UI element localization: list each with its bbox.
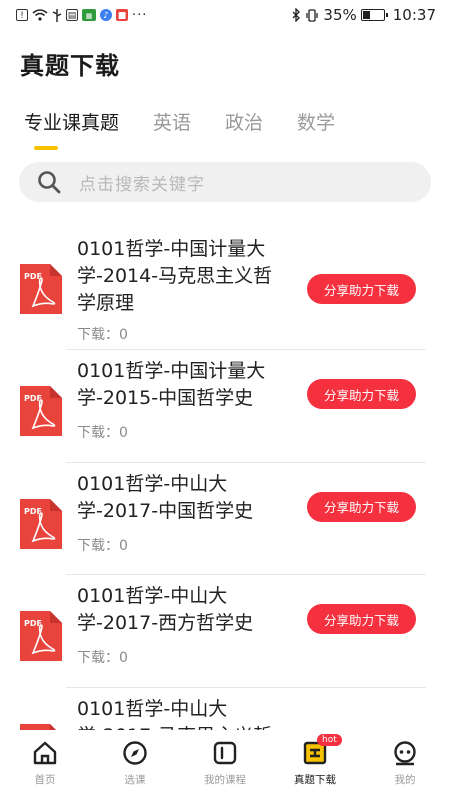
exam-file-list: PDF 0101哲学-中国计量大 学-2014-马克思主义哲 学原理下载：0 分享助力下… [0, 228, 450, 800]
compass-icon [123, 741, 147, 765]
nav-profile-label: 我的 [394, 774, 416, 786]
share-download-button[interactable]: 分享助力下载 [307, 491, 416, 522]
pdf-icon: PDF [20, 611, 62, 661]
file-title: 0101哲学-中国计量大 学-2015-中国哲学史 [77, 358, 292, 412]
file-title-line: 学-2017-西方哲学史 [77, 612, 254, 634]
file-title-line: 学-2015-中国哲学史 [77, 387, 254, 409]
download-count: 下载：0 [77, 425, 128, 441]
file-title-line: 0101哲学-中山大 [77, 472, 228, 495]
file-title-line: 0101哲学-中国计量大 [77, 238, 266, 260]
search-icon [38, 171, 61, 194]
alert-icon: ! [16, 9, 28, 21]
file-list-item[interactable]: PDF 0101哲学-中国计量大 学-2015-中国哲学史下载：0 分享助力下载 [0, 350, 450, 463]
file-title-line: 学-2014-马克思主义哲 [77, 265, 273, 287]
app-blue-icon: ♪ [100, 9, 112, 21]
file-list-item[interactable]: PDF 0101哲学-中山大学-2017-中国哲学史下载：0 分享助力下载 [0, 463, 450, 575]
share-download-button[interactable]: 分享助力下载 [307, 274, 416, 304]
file-list-item[interactable]: PDF 0101哲学-中国计量大 学-2014-马克思主义哲 学原理下载：0 分享助力下… [0, 228, 450, 350]
nav-exam-download-label: 真题下载 [294, 774, 336, 786]
nav-my-courses-label: 我的课程 [204, 774, 246, 786]
file-title-line: 0101哲学-中国计量大 [77, 360, 266, 382]
nav-select-course-label: 选课 [124, 774, 146, 786]
tab-math[interactable]: 数学 [297, 108, 335, 138]
tab-major-exams[interactable]: 专业课真题 [24, 108, 119, 138]
nav-home-label: 首页 [34, 774, 56, 786]
usb-icon [52, 8, 62, 22]
tab-politics[interactable]: 政治 [225, 108, 263, 138]
vibrate-icon [306, 8, 319, 22]
download-count: 下载：0 [77, 537, 128, 554]
status-bar: ! ▤ ▦ ♪ ■ ··· 35% 10:37 [0, 0, 450, 30]
download-count: 下载：0 [77, 650, 128, 666]
file-list-item[interactable]: PDF 0101哲学-中山大学-2017-西方哲学史下载：0 分享助力下载 [0, 575, 450, 688]
nav-profile[interactable]: 我的 [360, 730, 450, 800]
battery-percent: 35% [323, 6, 357, 24]
nav-my-courses[interactable]: 我的课程 [180, 730, 270, 800]
page-title: 真题下载 [20, 52, 120, 80]
nav-exam-download[interactable]: hot 真题下载 [270, 730, 360, 800]
file-title-line: 0101哲学-中山大 [77, 585, 228, 607]
search-placeholder: 点击搜索关键字 [79, 174, 205, 195]
file-title-line: 学-2017-中国哲学史 [77, 499, 254, 522]
app-red-icon: ■ [116, 9, 128, 21]
nav-home[interactable]: 首页 [0, 730, 90, 800]
active-tab-indicator [34, 146, 58, 150]
hot-badge: hot [317, 734, 342, 746]
status-left-icons: ! ▤ ▦ ♪ ■ ··· [16, 8, 147, 23]
home-icon [33, 741, 57, 765]
status-right: 35% 10:37 [292, 6, 436, 24]
file-title: 0101哲学-中山大学-2017-西方哲学史 [77, 583, 292, 637]
battery-icon [360, 9, 388, 21]
pdf-icon: PDF [20, 386, 62, 436]
file-title-line: 学原理 [77, 292, 135, 314]
profile-icon [394, 741, 416, 766]
bluetooth-icon [292, 8, 301, 22]
tab-english[interactable]: 英语 [153, 108, 191, 138]
pdf-icon: PDF [20, 498, 62, 549]
wifi-icon [32, 9, 48, 21]
app-green-icon: ▦ [82, 9, 96, 21]
search-input[interactable]: 点击搜索关键字 [19, 162, 431, 202]
download-count: 下载：0 [77, 327, 128, 343]
more-dots-icon: ··· [132, 7, 148, 23]
file-title: 0101哲学-中山大学-2017-中国哲学史 [77, 471, 292, 525]
file-title: 0101哲学-中国计量大 学-2014-马克思主义哲 学原理 [77, 236, 292, 317]
share-download-button[interactable]: 分享助力下载 [307, 379, 416, 409]
bottom-nav: 首页 选课 我的课程 hot 真题下载 我的 [0, 730, 450, 800]
status-time: 10:37 [392, 6, 436, 24]
pdf-icon: PDF [20, 264, 62, 314]
message-icon: ▤ [66, 9, 78, 21]
course-icon [213, 741, 237, 765]
file-title-line: 0101哲学-中山大 [77, 697, 228, 720]
nav-select-course[interactable]: 选课 [90, 730, 180, 800]
share-download-button[interactable]: 分享助力下载 [307, 604, 416, 634]
category-tabs: 专业课真题 英语 政治 数学 [24, 108, 369, 138]
